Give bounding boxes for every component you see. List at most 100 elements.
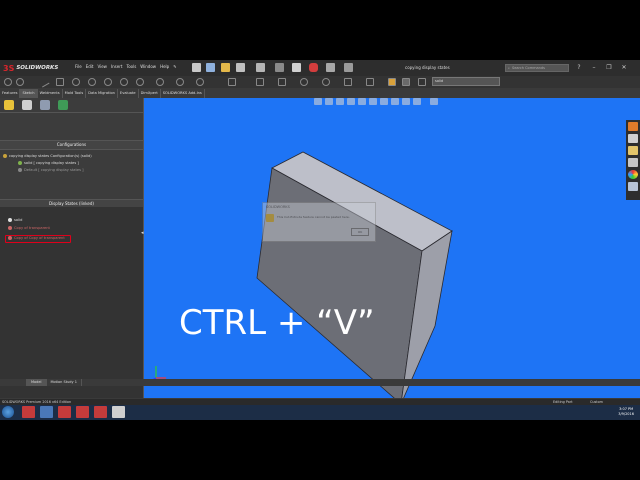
configuration-manager-tab-icon[interactable] bbox=[40, 100, 50, 110]
rebuild-icon[interactable] bbox=[309, 63, 318, 72]
tab-dimxpert[interactable]: DimXpert bbox=[139, 89, 161, 98]
configuration-icon bbox=[18, 161, 22, 165]
mirror-entities-icon[interactable] bbox=[228, 78, 236, 86]
restore-button[interactable]: ❐ bbox=[605, 64, 613, 72]
brand-name: SOLIDWORKS bbox=[16, 65, 59, 71]
slot-icon[interactable] bbox=[72, 78, 80, 86]
sketch-icon[interactable] bbox=[4, 78, 12, 86]
menu-help[interactable]: Help bbox=[160, 64, 169, 69]
print-icon[interactable] bbox=[256, 63, 265, 72]
smart-dimension-icon[interactable] bbox=[16, 78, 24, 86]
save-icon[interactable] bbox=[236, 63, 245, 72]
display-relations-icon[interactable] bbox=[300, 78, 308, 86]
part-model[interactable] bbox=[144, 98, 640, 398]
open-icon[interactable] bbox=[221, 63, 230, 72]
tab-spacer bbox=[0, 379, 27, 386]
solidworks-logo[interactable]: 3S SOLIDWORKS bbox=[3, 62, 65, 74]
windows-taskbar: 3:07 PM 3/9/2016 bbox=[0, 405, 640, 420]
tab-model[interactable]: Model bbox=[27, 379, 47, 386]
rectangle-icon[interactable] bbox=[56, 78, 64, 86]
solidworks-taskbar-icon[interactable] bbox=[22, 406, 35, 418]
dialog-ok-button[interactable]: OK bbox=[351, 228, 369, 236]
resources-icon[interactable] bbox=[628, 122, 638, 131]
arc-icon[interactable] bbox=[104, 78, 112, 86]
document-title: copying display states bbox=[405, 65, 450, 70]
quick-snaps-icon[interactable] bbox=[344, 78, 352, 86]
config-root-label: copying display states Configuration(s) … bbox=[9, 154, 92, 158]
notepad-taskbar-icon[interactable] bbox=[112, 406, 125, 418]
dialog-title: SOLIDWORKS bbox=[266, 205, 290, 209]
display-state-solid[interactable]: solid bbox=[8, 218, 22, 222]
solidworks-taskbar-icon-4[interactable] bbox=[94, 406, 107, 418]
feature-manager-tab-icon[interactable] bbox=[4, 100, 14, 110]
pin-icon[interactable]: ✎ bbox=[173, 64, 176, 69]
spline-icon[interactable] bbox=[136, 78, 144, 86]
system-clock[interactable]: 3:07 PM 3/9/2016 bbox=[618, 407, 634, 417]
design-library-icon[interactable] bbox=[628, 134, 638, 143]
tab-motion-study[interactable]: Motion Study 1 bbox=[47, 379, 82, 386]
active-configuration-select[interactable]: solid bbox=[432, 77, 500, 86]
config-root-item[interactable]: copying display states Configuration(s) … bbox=[3, 154, 92, 158]
rapid-sketch-icon[interactable] bbox=[366, 78, 374, 86]
custom-properties-icon[interactable] bbox=[628, 182, 638, 191]
file-properties-icon[interactable] bbox=[326, 63, 335, 72]
menu-view[interactable]: View bbox=[97, 64, 107, 69]
tab-data-migration[interactable]: Data Migration bbox=[86, 89, 118, 98]
solidworks-taskbar-icon-2[interactable] bbox=[58, 406, 71, 418]
trim-icon[interactable] bbox=[156, 78, 164, 86]
property-manager-tab-icon[interactable] bbox=[22, 100, 32, 110]
menu-window[interactable]: Window bbox=[140, 64, 156, 69]
shaded-sketch-icon[interactable] bbox=[402, 78, 410, 86]
linear-pattern-icon[interactable] bbox=[256, 78, 264, 86]
tab-evaluate[interactable]: Evaluate bbox=[118, 89, 139, 98]
line-icon[interactable] bbox=[38, 76, 50, 88]
search-commands-input[interactable]: ⌕ Search Commands bbox=[505, 64, 569, 72]
warning-icon bbox=[266, 214, 274, 222]
home-icon[interactable] bbox=[192, 63, 201, 72]
tab-addins[interactable]: SOLIDWORKS Add-Ins bbox=[161, 89, 205, 98]
paste-warning-dialog: SOLIDWORKS This Cut-Extrude feature cann… bbox=[262, 202, 376, 242]
file-explorer-icon[interactable] bbox=[628, 146, 638, 155]
new-document-icon[interactable] bbox=[206, 63, 215, 72]
display-state-copy-transparent[interactable]: Copy of transparent bbox=[8, 226, 50, 230]
menu-insert[interactable]: Insert bbox=[111, 64, 122, 69]
minimize-button[interactable]: – bbox=[590, 64, 598, 72]
select-icon[interactable] bbox=[292, 63, 301, 72]
config-item-solid[interactable]: solid [ copying display states ] bbox=[18, 161, 79, 165]
file-explorer-taskbar-icon[interactable] bbox=[40, 406, 53, 418]
tab-sketch[interactable]: Sketch bbox=[20, 89, 38, 98]
keyboard-shortcut-caption: CTRL + “V” bbox=[179, 303, 375, 343]
menu-file[interactable]: File bbox=[75, 64, 82, 69]
title-bar: 3S SOLIDWORKS File Edit View Insert Tool… bbox=[0, 60, 640, 76]
configurations-header: Configurations bbox=[0, 140, 143, 150]
sketch-settings-icon[interactable] bbox=[418, 78, 426, 86]
convert-entities-icon[interactable] bbox=[176, 78, 184, 86]
config-item-default[interactable]: Default [ copying display states ] bbox=[18, 168, 84, 172]
start-button[interactable] bbox=[2, 406, 14, 418]
graphics-area[interactable]: SOLIDWORKS This Cut-Extrude feature cann… bbox=[144, 98, 640, 398]
command-tabs-row: Features Sketch Weldments Mold Tools Dat… bbox=[0, 89, 640, 98]
bottom-tabs: Model Motion Study 1 bbox=[0, 379, 640, 386]
tab-mold-tools[interactable]: Mold Tools bbox=[63, 89, 87, 98]
solidworks-taskbar-icon-3[interactable] bbox=[76, 406, 89, 418]
undo-icon[interactable] bbox=[275, 63, 284, 72]
menu-edit[interactable]: Edit bbox=[86, 64, 94, 69]
instant2d-icon[interactable] bbox=[388, 78, 396, 86]
repair-sketch-icon[interactable] bbox=[322, 78, 330, 86]
config-item-label: solid [ copying display states ] bbox=[24, 161, 79, 165]
status-units[interactable]: Custom bbox=[590, 400, 603, 404]
tab-weldments[interactable]: Weldments bbox=[38, 89, 63, 98]
offset-entities-icon[interactable] bbox=[196, 78, 204, 86]
help-icon[interactable]: ? bbox=[575, 64, 583, 72]
menu-tools[interactable]: Tools bbox=[126, 64, 136, 69]
appearances-icon[interactable] bbox=[628, 170, 638, 179]
tab-features[interactable]: Features bbox=[0, 89, 21, 98]
options-icon[interactable] bbox=[344, 63, 353, 72]
close-button[interactable]: ✕ bbox=[620, 64, 628, 72]
ds-logo-icon: 3S bbox=[3, 63, 15, 73]
polygon-icon[interactable] bbox=[120, 78, 128, 86]
circle-icon[interactable] bbox=[88, 78, 96, 86]
move-entities-icon[interactable] bbox=[278, 78, 286, 86]
display-manager-tab-icon[interactable] bbox=[58, 100, 68, 110]
view-palette-icon[interactable] bbox=[628, 158, 638, 167]
